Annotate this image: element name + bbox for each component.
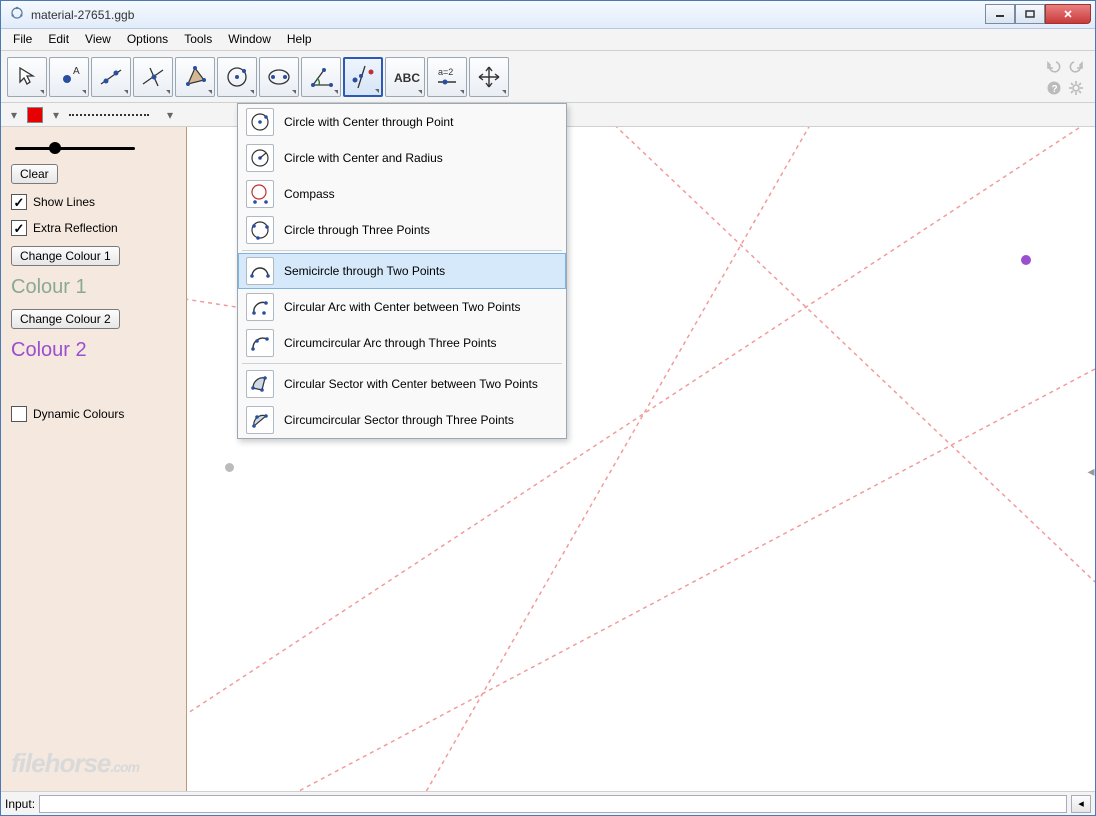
dd-semicircle[interactable]: Semicircle through Two Points bbox=[238, 253, 566, 289]
dd-circular-arc[interactable]: Circular Arc with Center between Two Poi… bbox=[238, 289, 566, 325]
toolbar-right: ? bbox=[1045, 57, 1089, 97]
tool-line[interactable] bbox=[91, 57, 131, 97]
app-window: material-27651.ggb File Edit View Option… bbox=[0, 0, 1096, 816]
tool-move-graphics[interactable] bbox=[469, 57, 509, 97]
app-icon bbox=[9, 5, 25, 24]
undo-icon[interactable] bbox=[1045, 57, 1063, 75]
checkbox-icon bbox=[11, 406, 27, 422]
tool-reflect[interactable] bbox=[343, 57, 383, 97]
inputbar: Input: ◂ bbox=[1, 791, 1095, 815]
tool-perpendicular[interactable] bbox=[133, 57, 173, 97]
tool-move[interactable] bbox=[7, 57, 47, 97]
dd-circular-sector[interactable]: Circular Sector with Center between Two … bbox=[238, 366, 566, 402]
tool-polygon[interactable] bbox=[175, 57, 215, 97]
color-swatch[interactable] bbox=[27, 107, 43, 123]
close-button[interactable] bbox=[1045, 4, 1091, 24]
svg-text:A: A bbox=[73, 66, 80, 77]
help-icon[interactable]: ? bbox=[1045, 79, 1063, 97]
extra-reflection-label: Extra Reflection bbox=[33, 221, 118, 235]
titlebar: material-27651.ggb bbox=[1, 1, 1095, 29]
menu-help[interactable]: Help bbox=[279, 29, 320, 50]
input-toggle-icon[interactable]: ◂ bbox=[1071, 795, 1091, 813]
circle-center-point-icon bbox=[246, 108, 274, 136]
menu-window[interactable]: Window bbox=[220, 29, 279, 50]
checkbox-icon bbox=[11, 194, 27, 210]
dd-circumcircular-arc[interactable]: Circumcircular Arc through Three Points bbox=[238, 325, 566, 361]
point-colour2[interactable] bbox=[1021, 255, 1031, 265]
dd-label: Circle with Center through Point bbox=[284, 115, 453, 129]
dd-compass[interactable]: Compass bbox=[238, 176, 566, 212]
semicircle-icon bbox=[246, 257, 274, 285]
window-title: material-27651.ggb bbox=[31, 8, 979, 22]
dd-circle-three-points[interactable]: Circle through Three Points bbox=[238, 212, 566, 248]
toolbar: A ABC a=2 ? bbox=[1, 51, 1095, 103]
sidebar: Clear Show Lines Extra Reflection Change… bbox=[1, 127, 187, 791]
side-panel-toggle-icon[interactable]: ◂ bbox=[1086, 459, 1095, 483]
linestyle-picker[interactable] bbox=[69, 109, 157, 121]
dynamic-colours-checkbox[interactable]: Dynamic Colours bbox=[11, 406, 176, 422]
circular-sector-icon bbox=[246, 370, 274, 398]
tool-ellipse[interactable] bbox=[259, 57, 299, 97]
window-buttons bbox=[985, 6, 1091, 24]
settings-icon[interactable] bbox=[1067, 79, 1085, 97]
dynamic-colours-label: Dynamic Colours bbox=[33, 407, 124, 421]
input-label: Input: bbox=[5, 797, 35, 811]
dd-circle-center-point[interactable]: Circle with Center through Point bbox=[238, 104, 566, 140]
slider-thumb[interactable] bbox=[49, 142, 61, 154]
menu-options[interactable]: Options bbox=[119, 29, 176, 50]
linestyle-dropdown-icon[interactable]: ▾ bbox=[163, 108, 177, 122]
circle-center-radius-icon bbox=[246, 144, 274, 172]
show-lines-label: Show Lines bbox=[33, 195, 95, 209]
checkbox-icon bbox=[11, 220, 27, 236]
show-lines-checkbox[interactable]: Show Lines bbox=[11, 194, 176, 210]
colour2-label: Colour 2 bbox=[11, 339, 176, 362]
dd-label: Circular Sector with Center between Two … bbox=[284, 377, 538, 391]
svg-text:ABC: ABC bbox=[394, 71, 420, 85]
dd-label: Compass bbox=[284, 187, 335, 201]
watermark: filehorse.com bbox=[11, 748, 176, 779]
clear-button[interactable]: Clear bbox=[11, 164, 58, 184]
circle-three-points-icon bbox=[246, 216, 274, 244]
colour1-label: Colour 1 bbox=[11, 276, 176, 299]
point-grey[interactable] bbox=[225, 463, 234, 472]
menu-file[interactable]: File bbox=[5, 29, 40, 50]
menu-view[interactable]: View bbox=[77, 29, 119, 50]
tool-point[interactable]: A bbox=[49, 57, 89, 97]
tool-circle[interactable] bbox=[217, 57, 257, 97]
maximize-button[interactable] bbox=[1015, 4, 1045, 24]
dd-label: Circle through Three Points bbox=[284, 223, 430, 237]
circumcircular-sector-icon bbox=[246, 406, 274, 434]
circumcircular-arc-icon bbox=[246, 329, 274, 357]
dd-label: Semicircle through Two Points bbox=[284, 264, 445, 278]
dd-label: Circumcircular Arc through Three Points bbox=[284, 336, 497, 350]
extra-reflection-checkbox[interactable]: Extra Reflection bbox=[11, 220, 176, 236]
change-colour-2-button[interactable]: Change Colour 2 bbox=[11, 309, 120, 329]
menu-tools[interactable]: Tools bbox=[176, 29, 220, 50]
svg-text:?: ? bbox=[1052, 84, 1058, 95]
tool-text[interactable]: ABC bbox=[385, 57, 425, 97]
dd-label: Circumcircular Sector through Three Poin… bbox=[284, 413, 514, 427]
dd-label: Circle with Center and Radius bbox=[284, 151, 443, 165]
menubar: File Edit View Options Tools Window Help bbox=[1, 29, 1095, 51]
dd-circle-center-radius[interactable]: Circle with Center and Radius bbox=[238, 140, 566, 176]
dd-circumcircular-sector[interactable]: Circumcircular Sector through Three Poin… bbox=[238, 402, 566, 438]
dd-label: Circular Arc with Center between Two Poi… bbox=[284, 300, 521, 314]
color-dropdown-icon[interactable]: ▾ bbox=[49, 108, 63, 122]
input-field[interactable] bbox=[39, 795, 1067, 813]
compass-icon bbox=[246, 180, 274, 208]
minimize-button[interactable] bbox=[985, 4, 1015, 24]
menu-edit[interactable]: Edit bbox=[40, 29, 77, 50]
tool-slider[interactable]: a=2 bbox=[427, 57, 467, 97]
tool-angle[interactable] bbox=[301, 57, 341, 97]
change-colour-1-button[interactable]: Change Colour 1 bbox=[11, 246, 120, 266]
redo-icon[interactable] bbox=[1067, 57, 1085, 75]
svg-text:a=2: a=2 bbox=[438, 67, 453, 77]
stylebar-expand-icon[interactable]: ▾ bbox=[7, 108, 21, 122]
circle-tools-dropdown: Circle with Center through Point Circle … bbox=[237, 103, 567, 439]
slider[interactable] bbox=[15, 147, 135, 150]
circular-arc-icon bbox=[246, 293, 274, 321]
